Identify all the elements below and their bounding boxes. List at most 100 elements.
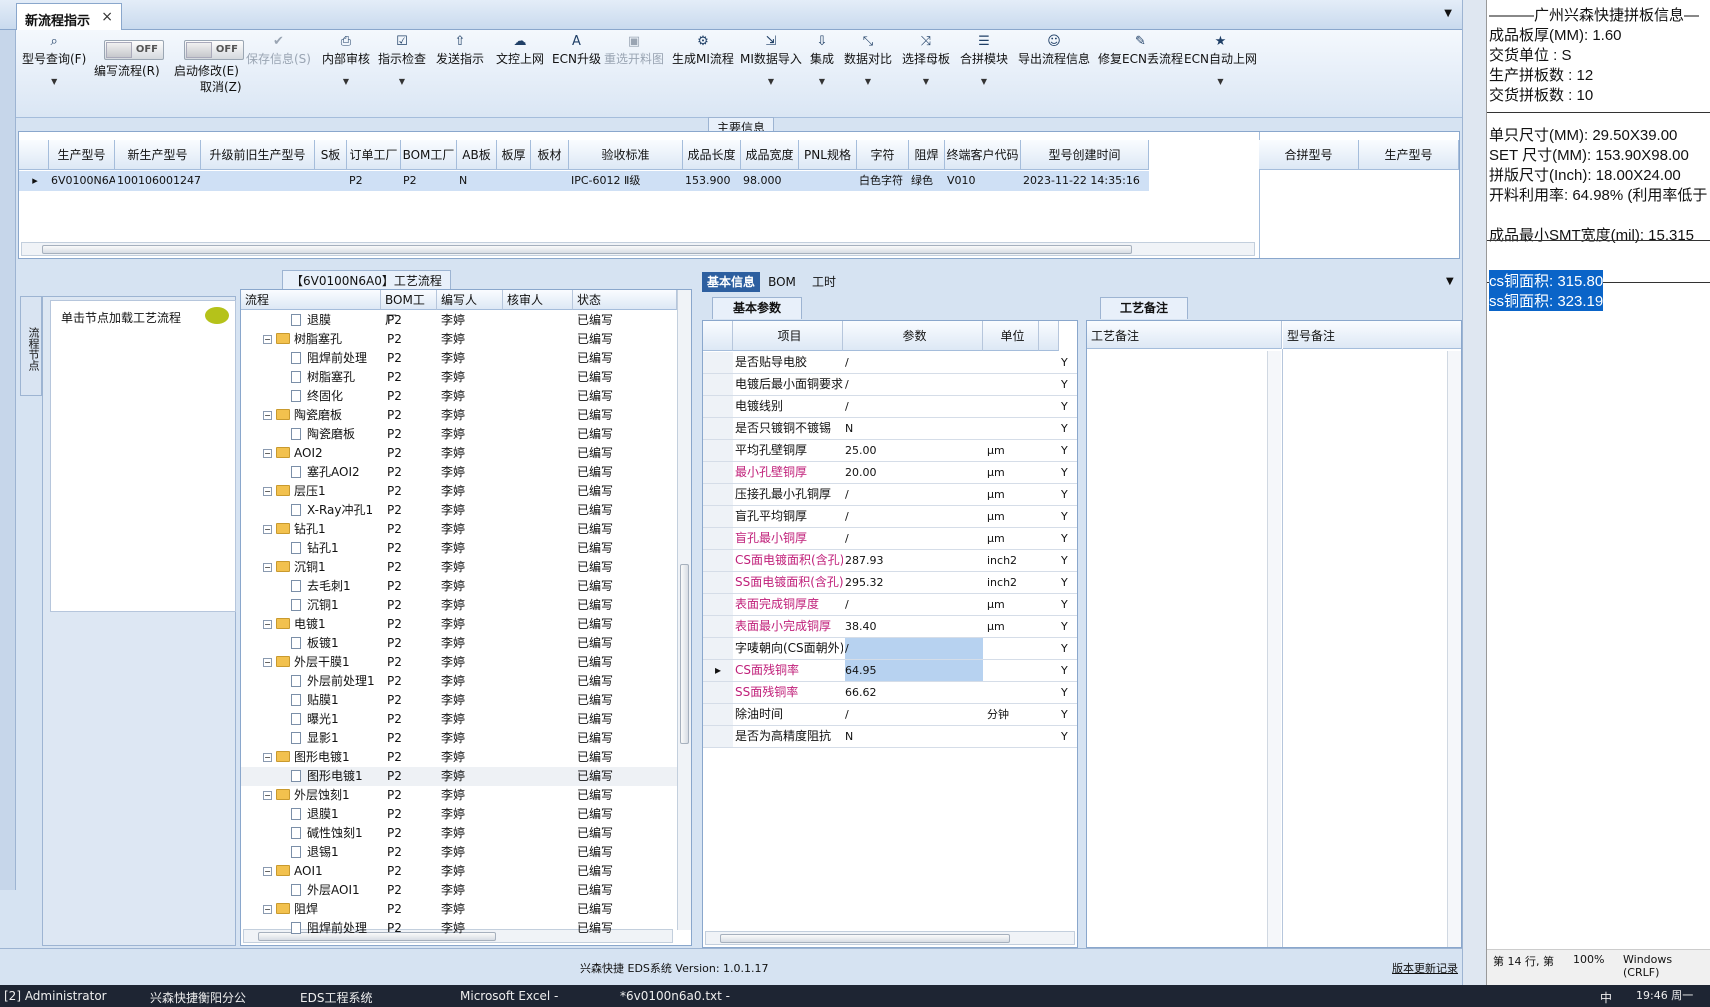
- grid-cell[interactable]: 绿色: [909, 171, 945, 191]
- collapse-icon[interactable]: −: [263, 658, 272, 667]
- changelog-link[interactable]: 版本更新记录: [1392, 960, 1458, 976]
- toolbar-button-16[interactable]: ✎ 修复ECN丢流程: [1098, 34, 1183, 67]
- tree-row[interactable]: 塞孔AOI2 P2 李婷 已编写: [241, 463, 677, 482]
- param-value[interactable]: /: [845, 506, 983, 527]
- param-row[interactable]: SS面残铜率 66.62 Y: [703, 682, 1077, 704]
- param-row[interactable]: 是否为高精度阻抗 N Y: [703, 726, 1077, 748]
- tree-row[interactable]: 曝光1 P2 李婷 已编写: [241, 710, 677, 729]
- tree-row[interactable]: 图形电镀1 P2 李婷 已编写: [241, 767, 677, 786]
- toolbar-button-3[interactable]: ⎙ 内部审核 ▼: [322, 34, 370, 86]
- taskbar-item[interactable]: 兴森快捷衡阳分公: [150, 989, 246, 1006]
- tree-row[interactable]: − 外层干膜1 P2 李婷 已编写: [241, 653, 677, 672]
- param-row[interactable]: 盲孔最小铜厚 / μm Y: [703, 528, 1077, 550]
- tree-row[interactable]: 贴膜1 P2 李婷 已编写: [241, 691, 677, 710]
- tab-work-hours[interactable]: 工时: [806, 272, 842, 292]
- param-row[interactable]: 盲孔平均铜厚 / μm Y: [703, 506, 1077, 528]
- param-row[interactable]: CS面电镀面积(含孔) 287.93 inch2 Y: [703, 550, 1077, 572]
- start-modify-toggle[interactable]: OFF: [184, 40, 244, 60]
- param-value[interactable]: 295.32: [845, 572, 983, 593]
- toolbar-button-2[interactable]: ✔ 保存信息(S): [246, 34, 311, 67]
- tree-row[interactable]: 退锡1 P2 李婷 已编写: [241, 843, 677, 862]
- param-value[interactable]: 287.93: [845, 550, 983, 571]
- tree-row[interactable]: 树脂塞孔 P2 李婷 已编写: [241, 368, 677, 387]
- collapse-icon[interactable]: −: [263, 620, 272, 629]
- tree-row[interactable]: − 图形电镀1 P2 李婷 已编写: [241, 748, 677, 767]
- grid-cell[interactable]: [497, 171, 531, 191]
- tree-row[interactable]: 碱性蚀刻1 P2 李婷 已编写: [241, 824, 677, 843]
- param-value[interactable]: /: [845, 594, 983, 615]
- toolbar-button-11[interactable]: ⇩ 集成 ▼: [810, 34, 834, 86]
- row-pointer[interactable]: ▸: [19, 171, 49, 191]
- param-row[interactable]: 表面完成铜厚度 / μm Y: [703, 594, 1077, 616]
- grid-cell[interactable]: V010: [945, 171, 1021, 191]
- tree-row[interactable]: 去毛刺1 P2 李婷 已编写: [241, 577, 677, 596]
- toolbar-button-8[interactable]: ▣ 重选开料图: [604, 34, 664, 67]
- tree-row[interactable]: − 阻焊 P2 李婷 已编写: [241, 900, 677, 919]
- craft-notes-vscrollbar[interactable]: [1267, 351, 1281, 947]
- process-node-sidetab[interactable]: 流程节点: [20, 296, 42, 396]
- tree-row[interactable]: − 层压1 P2 李婷 已编写: [241, 482, 677, 501]
- chevron-down-icon[interactable]: ▼: [740, 77, 802, 86]
- tree-row[interactable]: − 陶瓷磨板 P2 李婷 已编写: [241, 406, 677, 425]
- chevron-down-icon[interactable]: ▼: [378, 77, 426, 86]
- edit-process-toggle[interactable]: OFF: [104, 40, 164, 60]
- toolbar-button-1[interactable]: ⌕ 型号查询(F) ▼: [22, 34, 86, 86]
- tree-row[interactable]: 钻孔1 P2 李婷 已编写: [241, 539, 677, 558]
- param-value[interactable]: 20.00: [845, 462, 983, 483]
- collapse-icon[interactable]: −: [263, 867, 272, 876]
- tree-row[interactable]: − AOI2 P2 李婷 已编写: [241, 444, 677, 463]
- param-row[interactable]: 平均孔壁铜厚 25.00 μm Y: [703, 440, 1077, 462]
- tree-row[interactable]: 阻焊前处理 P2 李婷 已编写: [241, 349, 677, 368]
- tab-basic-params[interactable]: 基本参数: [712, 297, 802, 319]
- grid-cell[interactable]: [201, 171, 315, 191]
- collapse-icon[interactable]: −: [263, 563, 272, 572]
- chevron-down-icon[interactable]: ▼: [1444, 8, 1452, 19]
- tab-craft-notes[interactable]: 工艺备注: [1100, 297, 1188, 319]
- tree-row[interactable]: − 沉铜1 P2 李婷 已编写: [241, 558, 677, 577]
- chevron-down-icon[interactable]: ▼: [1446, 276, 1454, 287]
- param-row[interactable]: 是否只镀铜不镀锡 N Y: [703, 418, 1077, 440]
- param-row[interactable]: 最小孔壁铜厚 20.00 μm Y: [703, 462, 1077, 484]
- toolbar-button-9[interactable]: ⚙ 生成MI流程: [672, 34, 734, 67]
- chevron-down-icon[interactable]: ▼: [902, 77, 950, 86]
- grid-cell[interactable]: N: [457, 171, 497, 191]
- param-row[interactable]: 电镀后最小面铜要求 / Y: [703, 374, 1077, 396]
- tree-row[interactable]: − 外层蚀刻1 P2 李婷 已编写: [241, 786, 677, 805]
- param-value[interactable]: /: [845, 528, 983, 549]
- grid-cell[interactable]: 6V0100N6A0: [49, 171, 115, 191]
- ime-indicator[interactable]: 中: [1600, 989, 1612, 1006]
- collapse-icon[interactable]: −: [263, 905, 272, 914]
- chevron-down-icon[interactable]: ▼: [322, 77, 370, 86]
- collapse-icon[interactable]: −: [263, 791, 272, 800]
- toolbar-button-12[interactable]: ⤡ 数据对比 ▼: [844, 34, 892, 86]
- param-value[interactable]: 64.95: [845, 660, 983, 681]
- param-value[interactable]: /: [845, 374, 983, 395]
- params-hscrollbar[interactable]: [705, 931, 1075, 945]
- toolbar-button-6[interactable]: ☁ 文控上网: [496, 34, 544, 67]
- grid-cell[interactable]: 2023-11-22 14:35:16: [1021, 171, 1149, 191]
- param-row[interactable]: SS面电镀面积(含孔) 295.32 inch2 Y: [703, 572, 1077, 594]
- param-row[interactable]: 字唛朝向(CS面朝外) / Y: [703, 638, 1077, 660]
- main-grid-hscrollbar[interactable]: [21, 242, 1255, 256]
- tree-row[interactable]: 阻焊前处理 P2 李婷 已编写: [241, 919, 677, 938]
- close-icon[interactable]: ×: [101, 9, 113, 25]
- param-value[interactable]: /: [845, 396, 983, 417]
- toolbar-button-10[interactable]: ⇲ MI数据导入 ▼: [740, 34, 802, 86]
- taskbar-item[interactable]: EDS工程系统: [300, 989, 372, 1006]
- grid-cell[interactable]: 153.900: [683, 171, 741, 191]
- tree-row[interactable]: 退膜 P2 李婷 已编写: [241, 311, 677, 330]
- collapse-icon[interactable]: −: [263, 487, 272, 496]
- grid-cell[interactable]: P2: [347, 171, 401, 191]
- chevron-down-icon[interactable]: ▼: [810, 77, 834, 86]
- tree-row[interactable]: 外层前处理1 P2 李婷 已编写: [241, 672, 677, 691]
- tree-row[interactable]: 陶瓷磨板 P2 李婷 已编写: [241, 425, 677, 444]
- tree-row[interactable]: 外层AOI1 P2 李婷 已编写: [241, 881, 677, 900]
- tree-vscrollbar[interactable]: [677, 290, 691, 930]
- collapse-icon[interactable]: −: [263, 753, 272, 762]
- param-value[interactable]: 66.62: [845, 682, 983, 703]
- param-value[interactable]: N: [845, 418, 983, 439]
- param-value[interactable]: /: [845, 352, 983, 373]
- tree-row[interactable]: 退膜1 P2 李婷 已编写: [241, 805, 677, 824]
- param-value[interactable]: 25.00: [845, 440, 983, 461]
- tree-row[interactable]: − 树脂塞孔 P2 李婷 已编写: [241, 330, 677, 349]
